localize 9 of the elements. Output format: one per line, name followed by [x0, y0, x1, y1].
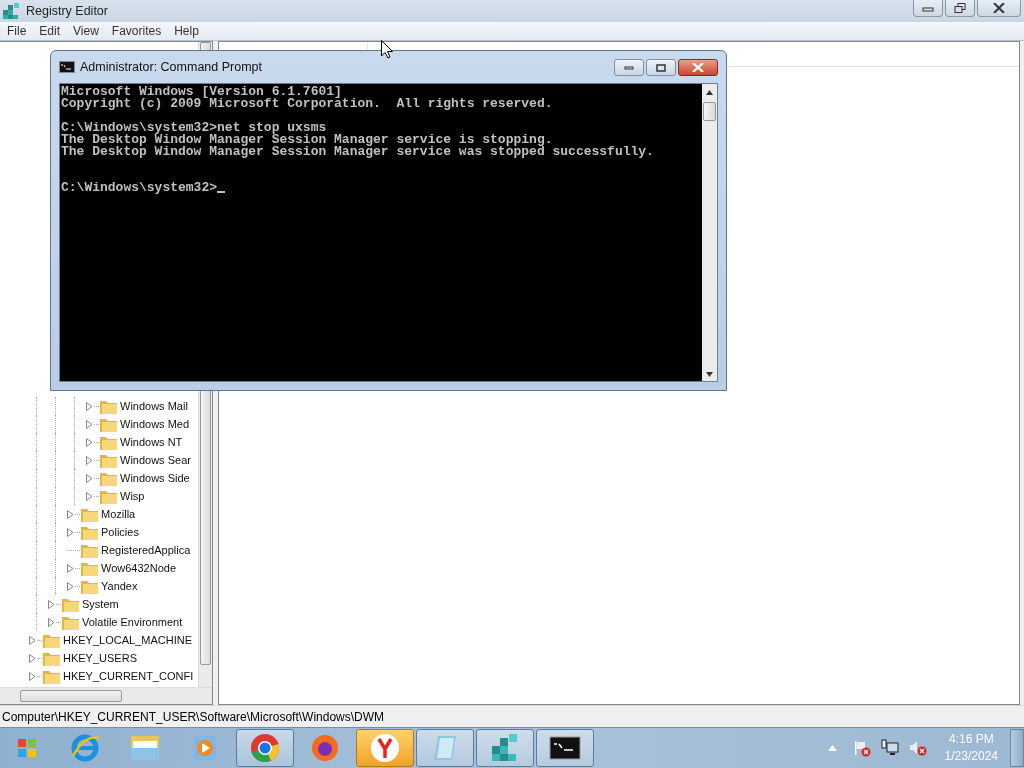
window-title: Administrator: Command Prompt — [80, 60, 262, 74]
console-line: The Desktop Window Manager Session Manager service was stopped successfully. — [61, 146, 654, 158]
console-line: The Desktop Window Manager Session Manager service is stopping. — [61, 134, 553, 146]
window-title: Registry Editor — [26, 4, 108, 18]
console-line: C:\Windows\system32> — [61, 182, 218, 194]
console-line: Microsoft Windows [Version 6.1.7601] — [61, 86, 342, 98]
console-line: Copyright (c) 2009 Microsoft Corporation. All rights reserved. — [61, 98, 553, 110]
console-line: C:\Windows\system32>net stop uxsms — [61, 122, 327, 134]
status-path: Computer\HKEY_CURRENT_USER\Software\Microsoft\Windows\DWM — [2, 709, 385, 724]
